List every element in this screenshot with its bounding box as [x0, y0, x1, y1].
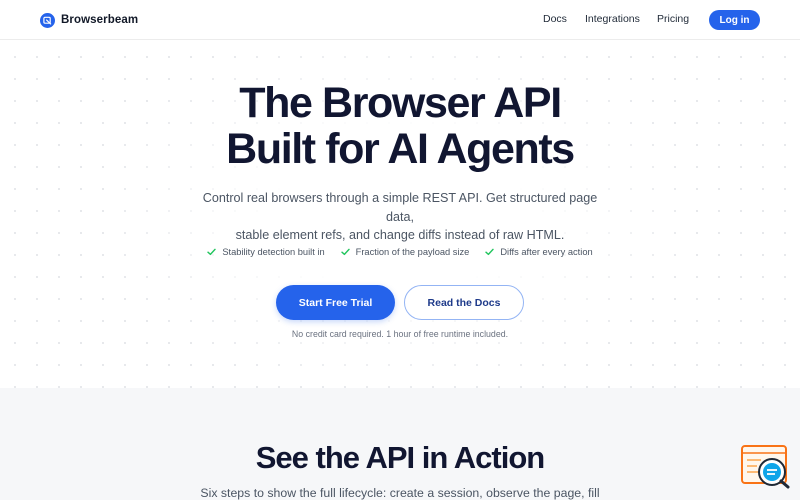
section-subtitle: Six steps to show the full lifecycle: cr… — [200, 486, 600, 500]
feature-list: Stability detection built in Fraction of… — [0, 247, 800, 257]
feature-item: Fraction of the payload size — [340, 247, 470, 257]
section-title: See the API in Action — [255, 440, 545, 475]
nav-link-docs[interactable]: Docs — [543, 13, 567, 25]
start-free-trial-button[interactable]: Start Free Trial — [276, 285, 395, 320]
nav-link-pricing[interactable]: Pricing — [657, 13, 689, 25]
feature-item: Diffs after every action — [485, 247, 593, 257]
check-icon — [340, 248, 350, 256]
no-credit-card-note: No credit card required. 1 hour of free … — [291, 329, 509, 339]
check-icon — [207, 248, 217, 256]
top-navigation: Browserbeam Docs Integrations Pricing Lo… — [0, 0, 800, 40]
nav-link-integrations[interactable]: Integrations — [585, 13, 640, 25]
feature-label: Stability detection built in — [222, 247, 325, 257]
read-docs-button[interactable]: Read the Docs — [404, 285, 524, 320]
brand-name: Browserbeam — [61, 14, 139, 26]
feature-item: Stability detection built in — [207, 247, 325, 257]
chat-widget-icon[interactable] — [741, 445, 791, 489]
browser-logo-icon — [40, 12, 55, 28]
hero-subtitle-line-2: stable element refs, and change diffs in… — [235, 228, 565, 242]
check-icon — [485, 248, 495, 256]
feature-label: Diffs after every action — [500, 247, 593, 257]
hero-title: The Browser API Built for AI Agents — [0, 80, 800, 172]
feature-label: Fraction of the payload size — [355, 247, 470, 257]
brand[interactable]: Browserbeam — [40, 12, 138, 28]
hero-title-line-2: Built for AI Agents — [226, 125, 575, 173]
login-button[interactable]: Log in — [709, 10, 760, 30]
hero-subtitle-line-1: Control real browsers through a simple R… — [202, 191, 598, 224]
hero-title-line-1: The Browser API — [239, 79, 562, 127]
hero-subtitle: Control real browsers through a simple R… — [190, 189, 610, 245]
